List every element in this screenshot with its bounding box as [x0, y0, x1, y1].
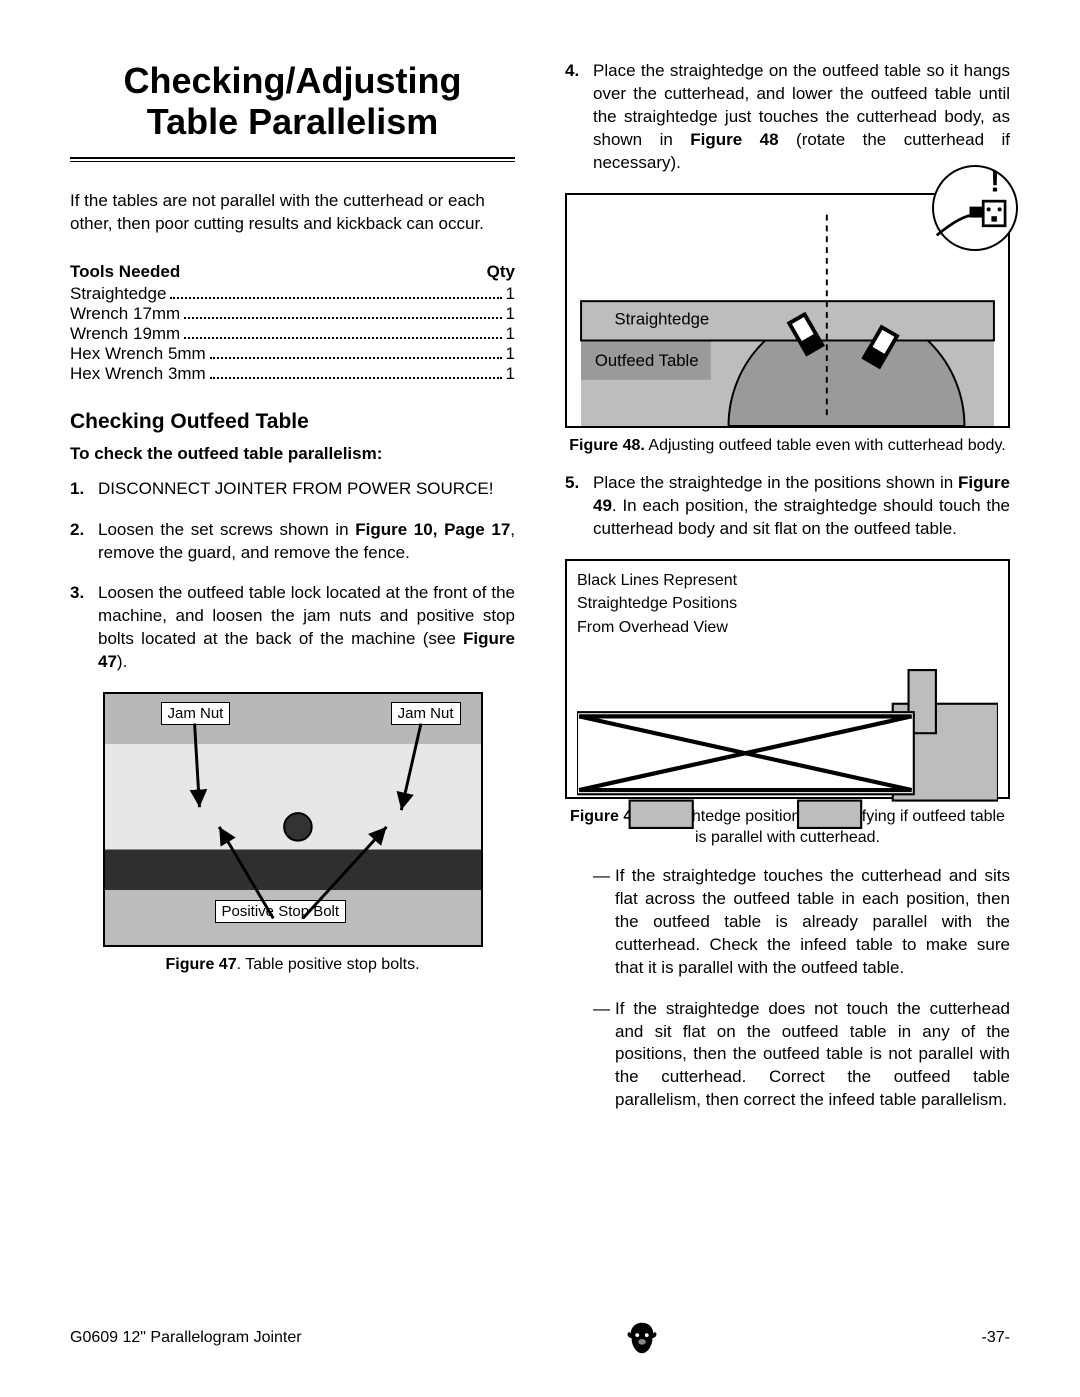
dash-list: — If the straightedge touches the cutter…: [593, 865, 1010, 1112]
dash-item-1: — If the straightedge touches the cutter…: [593, 865, 1010, 980]
label-straightedge: Straightedge: [614, 309, 709, 328]
figure-49-note-1: Black Lines Represent: [577, 571, 998, 590]
title-rule: [70, 157, 515, 162]
figure-47-caption: Figure 47. Table positive stop bolts.: [70, 955, 515, 976]
tool-row: Hex Wrench 3mm1: [70, 364, 515, 384]
tools-needed-list: Tools Needed Qty Straightedge1 Wrench 17…: [70, 262, 515, 384]
tools-header-qty: Qty: [487, 262, 515, 282]
step-1: 1. DISCONNECT JOINTER FROM POWER SOURCE!: [70, 478, 515, 501]
right-column: 4. Place the straightedge on the outfeed…: [565, 60, 1010, 1130]
figure-49-note-3: From Overhead View: [577, 618, 998, 637]
page-footer: G0609 12" Parallelogram Jointer -37-: [70, 1319, 1010, 1357]
section-subhead: To check the outfeed table parallelism:: [70, 444, 515, 464]
tool-row: Hex Wrench 5mm1: [70, 344, 515, 364]
steps-list-right-1: 4. Place the straightedge on the outfeed…: [565, 60, 1010, 175]
brand-logo-icon: [623, 1319, 661, 1357]
step-3: 3. Loosen the outfeed table lock located…: [70, 582, 515, 674]
page-title: Checking/AdjustingTable Parallelism: [70, 60, 515, 143]
figure-49: Black Lines Represent Straightedge Posit…: [565, 559, 1010, 799]
figure-48-caption: Figure 48. Adjusting outfeed table even …: [565, 436, 1010, 457]
section-heading: Checking Outfeed Table: [70, 410, 515, 434]
unplug-warning-icon: !: [932, 165, 1018, 251]
figure-47: Jam Nut Jam Nut Positive Stop Bolt: [103, 692, 483, 947]
footer-left: G0609 12" Parallelogram Jointer: [70, 1329, 302, 1347]
tool-row: Wrench 19mm1: [70, 324, 515, 344]
tools-header-name: Tools Needed: [70, 262, 180, 282]
intro-paragraph: If the tables are not parallel with the …: [70, 190, 515, 236]
label-outfeed-table: Outfeed Table: [595, 351, 699, 370]
steps-list-right-2: 5. Place the straightedge in the positio…: [565, 472, 1010, 541]
figure-49-diagram: [577, 641, 998, 857]
step-2: 2. Loosen the set screws shown in Figure…: [70, 519, 515, 565]
tool-row: Straightedge1: [70, 284, 515, 304]
callout-arrows-icon: [105, 694, 481, 945]
steps-list-left: 1. DISCONNECT JOINTER FROM POWER SOURCE!…: [70, 478, 515, 675]
figure-49-note-2: Straightedge Positions: [577, 594, 998, 613]
svg-text:!: !: [990, 167, 1000, 199]
footer-right: -37-: [982, 1329, 1010, 1347]
step-4: 4. Place the straightedge on the outfeed…: [565, 60, 1010, 175]
figure-48: Straightedge Outfeed Table !: [565, 193, 1010, 428]
step-5: 5. Place the straightedge in the positio…: [565, 472, 1010, 541]
dash-item-2: — If the straightedge does not touch the…: [593, 998, 1010, 1113]
tool-row: Wrench 17mm1: [70, 304, 515, 324]
left-column: Checking/AdjustingTable Parallelism If t…: [70, 60, 515, 1130]
